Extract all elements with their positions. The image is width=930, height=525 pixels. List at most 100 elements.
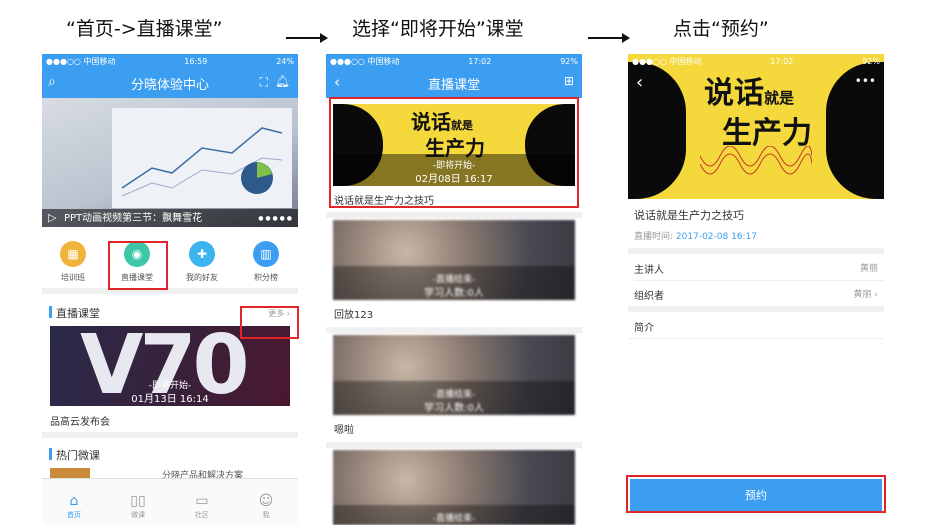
speaker-value: 黄丽 <box>859 264 878 274</box>
sound-wave-graphic <box>700 146 812 175</box>
carrier-text: ●●●○○ 中国移动 <box>330 56 400 66</box>
organizer-value: 黄丽 <box>853 290 872 300</box>
search-icon[interactable]: ⌕ <box>48 74 56 90</box>
row-organizer[interactable]: 组织者 黄丽 › <box>634 287 878 302</box>
row-intro: 简介 <box>634 319 878 334</box>
status-bar: ●●●○○ 中国移动 17:02 92% <box>628 54 884 68</box>
highlight-reserve-button <box>626 475 886 513</box>
home-icon: ⌂ <box>69 493 79 509</box>
phone-course-detail-screen: 说话就是 生产力 ●●●○○ 中国移动 17:02 92% ‹ ••• 说话就是… <box>628 54 884 525</box>
section-divider <box>42 432 298 438</box>
poster-small: 就是 <box>764 89 795 107</box>
live-card-image[interactable]: -直播结束- 学习人数:0人 <box>333 335 575 415</box>
tab-me[interactable]: ☺ 我 <box>246 493 286 520</box>
battery-text: 92% <box>862 56 880 66</box>
card-divider <box>326 327 582 333</box>
book-icon: ▯▯ <box>130 493 146 509</box>
section-marker <box>49 306 52 318</box>
card-status: -直播结束- <box>432 514 476 524</box>
poster-line1: 说话 <box>704 76 764 111</box>
hot-section-title: 热门微课 <box>56 449 100 462</box>
status-bar: ●●●○○ 中国移动 16:59 24% <box>42 54 298 68</box>
highlight-upcoming-card <box>329 97 579 208</box>
banner-carousel[interactable]: ▷ PPT动画视频第三节：飘舞雪花 ● ● ● ● ● <box>42 98 298 227</box>
tab-label: 微课 <box>131 511 145 519</box>
grid-label-ranking[interactable]: 积分榜 <box>241 272 291 283</box>
status-bar: ●●●○○ 中国移动 17:02 92% <box>326 54 582 68</box>
back-arrow-icon[interactable]: ‹ <box>636 72 643 93</box>
tab-home[interactable]: ⌂ 首页 <box>54 493 94 520</box>
row-divider <box>628 338 884 339</box>
tab-label: 我 <box>262 511 270 519</box>
carrier-text: ●●●○○ 中国移动 <box>46 56 116 66</box>
course-time: 直播时间: 2017-02-08 16:17 <box>634 229 757 242</box>
tab-community[interactable]: ▭ 社区 <box>182 493 222 520</box>
tab-label: 首页 <box>67 511 81 519</box>
card-divider <box>326 442 582 448</box>
hot-item-title[interactable]: 分晓产品和解决方案 <box>162 468 243 478</box>
time-label: 直播时间: <box>634 232 674 242</box>
add-live-icon[interactable]: ⊞ <box>564 74 574 88</box>
page-title: 分晓体验中心 <box>130 77 209 93</box>
highlight-more-link <box>240 306 299 339</box>
more-options-icon[interactable]: ••• <box>855 74 876 88</box>
battery-text: 24% <box>276 56 294 66</box>
section-divider <box>628 306 884 312</box>
page-title: 直播课堂 <box>427 77 480 93</box>
live-time: 01月13日 16:14 <box>131 394 209 405</box>
section-divider <box>628 248 884 254</box>
row-speaker: 主讲人 黄丽 <box>634 261 878 276</box>
clock-text: 16:59 <box>184 56 208 66</box>
intro-label: 简介 <box>634 323 654 334</box>
step2-title: 选择“即将开始”课堂 <box>352 18 524 40</box>
grid-label-friends[interactable]: 我的好友 <box>177 272 227 283</box>
tab-label: 社区 <box>195 511 209 519</box>
clock-text: 17:02 <box>468 56 492 66</box>
live-card-caption[interactable]: 品高云发布会 <box>50 413 110 428</box>
community-icon: ▭ <box>195 493 209 509</box>
card-divider <box>326 212 582 218</box>
phone-home-screen: ●●●○○ 中国移动 16:59 24% ⌕ 分晓体验中心 ⛶ 🔔︎ ▷ PPT… <box>42 54 298 525</box>
nav-bar: ⌕ 分晓体验中心 ⛶ 🔔︎ <box>42 68 298 98</box>
card-caption[interactable]: 回放123 <box>334 306 373 321</box>
row-divider <box>634 280 884 281</box>
card-viewers: 学习人数:0人 <box>424 403 484 414</box>
live-card-image[interactable]: -直播结束- <box>333 450 575 525</box>
course-poster: 说话就是 生产力 ●●●○○ 中国移动 17:02 92% ‹ ••• <box>628 54 884 199</box>
training-icon[interactable]: ▦ <box>60 241 86 267</box>
nav-bar: ‹ 直播课堂 ⊞ <box>326 68 582 98</box>
bell-icon[interactable]: 🔔︎ <box>275 74 290 88</box>
battery-text: 92% <box>560 56 578 66</box>
speaker-label: 主讲人 <box>634 265 664 276</box>
chevron-right-icon: › <box>874 290 878 300</box>
play-icon[interactable]: ▷ <box>48 211 56 224</box>
live-card-image[interactable]: -直播结束- 学习人数:0人 <box>333 220 575 300</box>
step3-title: 点击“预约” <box>673 18 769 40</box>
step1-title: “首页->直播课堂” <box>66 18 223 40</box>
highlight-live-entry <box>108 241 168 290</box>
tab-bar: ⌂ 首页 ▯▯ 微课 ▭ 社区 ☺ 我 <box>42 478 298 525</box>
arrow-right-icon <box>286 33 328 43</box>
clock-text: 17:02 <box>770 56 794 66</box>
back-arrow-icon[interactable]: ‹ <box>334 73 340 91</box>
carousel-dots: ● ● ● ● ● <box>258 215 292 222</box>
arrow-right-icon <box>588 33 630 43</box>
ranking-icon[interactable]: ▥ <box>253 241 279 267</box>
grid-label-training[interactable]: 培训班 <box>48 272 98 283</box>
person-icon: ☺ <box>258 493 274 509</box>
time-value: 2017-02-08 16:17 <box>675 232 758 242</box>
section-divider <box>42 288 298 294</box>
live-section-title: 直播课堂 <box>56 307 100 320</box>
banner-caption: PPT动画视频第三节：飘舞雪花 <box>64 213 203 224</box>
carrier-text: ●●●○○ 中国移动 <box>632 56 702 66</box>
card-viewers: 学习人数:0人 <box>424 288 484 299</box>
hot-item-thumb[interactable] <box>50 468 90 478</box>
course-title: 说话就是生产力之技巧 <box>634 209 744 222</box>
friends-icon[interactable]: ✚ <box>189 241 215 267</box>
chart-screen-image <box>112 108 292 208</box>
scan-icon[interactable]: ⛶ <box>260 75 268 90</box>
tab-microcourse[interactable]: ▯▯ 微课 <box>118 493 158 520</box>
section-marker <box>49 448 52 460</box>
card-caption[interactable]: 嗯啦 <box>334 421 354 436</box>
organizer-label: 组织者 <box>634 291 664 302</box>
